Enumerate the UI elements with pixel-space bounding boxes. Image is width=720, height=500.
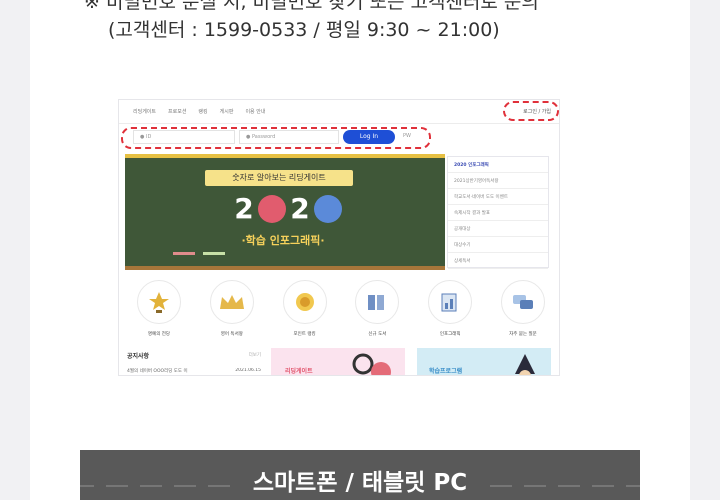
mascot-ball-icon [314,195,342,223]
promo-card-program[interactable]: 학습프로그램 [417,348,551,375]
password-help-notice: ※ 비밀번호 분실 시, 비밀번호 찾기 또는 고객센터로 문의 (고객센터 : … [84,0,539,44]
site-menu: 리딩게이트 프로모션 랭킹 게시판 이용 안내 [133,108,265,115]
promo-card-title: 리딩게이트 [285,368,313,375]
quick-menu-infographic[interactable]: 인포그래픽 [422,280,478,337]
magnifier-mascot-icon [352,353,391,375]
notice-line-1: 비밀번호 분실 시, 비밀번호 찾기 또는 고객센터로 문의 [106,0,539,13]
notice-board-title: 공지사항 [127,353,150,360]
event-side-list: 2020 인포그래픽 2021상반기영어독서왕 학교도서·네이버 도도 이벤트 … [447,156,549,269]
infographic-banner[interactable]: 숫자로 알아보는 리딩게이트 2 2 ·학습 인포그래픽· [125,154,445,270]
chalk-decoration [173,252,195,255]
books-icon [355,280,400,324]
notice-board: 공지사항 더보기 4월의 네이버 OOO리딩 도도 이 2021.06.15 [127,348,261,375]
wizard-mascot-icon [515,354,535,375]
site-menu-item[interactable]: 이용 안내 [245,108,265,115]
quick-menu-point-ranking[interactable]: 포인트 랭킹 [277,280,333,337]
notice-item[interactable]: 4월의 네이버 OOO리딩 도도 이 2021.06.15 [127,368,261,374]
medal-icon [282,280,327,324]
year-digit: 2 [234,192,254,225]
promo-card-title: 학습프로그램 [429,368,463,375]
notice-item-date: 2021.06.15 [235,368,261,373]
infographic-icon [428,280,473,324]
banner-subtitle: ·학습 인포그래픽· [241,234,325,247]
crown-icon [209,280,254,324]
side-list-item[interactable]: 공개대상 [448,221,548,237]
quick-menu-hall-of-fame[interactable]: 명예의 전당 [131,280,187,337]
banner-title: 숫자로 알아보는 리딩게이트 [205,170,353,186]
faq-chat-icon [500,280,545,324]
side-list-item[interactable]: 숙제시작 결과 발표 [448,205,548,221]
banner-year: 2 2 [233,194,342,224]
website-screenshot: 리딩게이트 프로모션 랭킹 게시판 이용 안내 로그인 / 가입 ● ID ● … [118,99,560,376]
chalk-decoration [203,252,225,255]
section-title: 스마트폰 / 태블릿 PC [252,470,468,496]
quick-menu-label: 명예의 전당 [147,332,171,337]
site-menu-item[interactable]: 게시판 [220,108,234,115]
quick-menu-label: 인포그래픽 [439,332,461,337]
reference-mark: ※ [84,0,100,13]
side-list-item[interactable]: 학교도서·네이버 도도 이벤트 [448,189,548,205]
quick-menu-new-books[interactable]: 신규 도서 [349,280,405,337]
quick-menu-label: 포인트 랭킹 [293,332,316,337]
side-list-item[interactable]: 2020 인포그래픽 [448,157,548,173]
side-list-item[interactable]: 대상수기 [448,237,548,253]
quick-menu-icons: 명예의 전당 영어 독서왕 포인트 랭킹 신규 도서 인포그래픽 자주 묻는 질… [131,280,551,337]
side-list-item[interactable]: 상세독서 [448,253,548,269]
site-menu-item[interactable]: 프로모션 [168,108,186,115]
site-menu-item[interactable]: 랭킹 [198,108,207,115]
quick-menu-label: 자주 묻는 질문 [509,332,537,337]
quick-menu-faq[interactable]: 자주 묻는 질문 [495,280,551,337]
login-link-highlight [503,101,559,121]
site-nav-bar: 리딩게이트 프로모션 랭킹 게시판 이용 안내 로그인 / 가입 [119,100,559,124]
quick-menu-reading-king[interactable]: 영어 독서왕 [204,280,260,337]
section-header-bar: 스마트폰 / 태블릿 PC [80,450,640,500]
notice-item-title: 4월의 네이버 OOO리딩 도도 이 [127,369,188,374]
quick-menu-label: 신규 도서 [368,332,387,337]
quick-menu-label: 영어 독서왕 [220,332,243,337]
mascot-ball-icon [258,195,286,223]
login-bar-highlight [121,127,431,149]
site-menu-item[interactable]: 리딩게이트 [133,108,156,115]
year-digit: 2 [290,192,310,225]
notice-more-link[interactable]: 더보기 [249,352,261,358]
promo-card-readinggate[interactable]: 리딩게이트 [271,348,405,375]
side-list-item[interactable]: 2021상반기영어독서왕 [448,173,548,189]
notice-line-2: (고객센터 : 1599-0533 / 평일 9:30 ~ 21:00) [108,19,500,41]
trophy-icon [137,280,181,324]
